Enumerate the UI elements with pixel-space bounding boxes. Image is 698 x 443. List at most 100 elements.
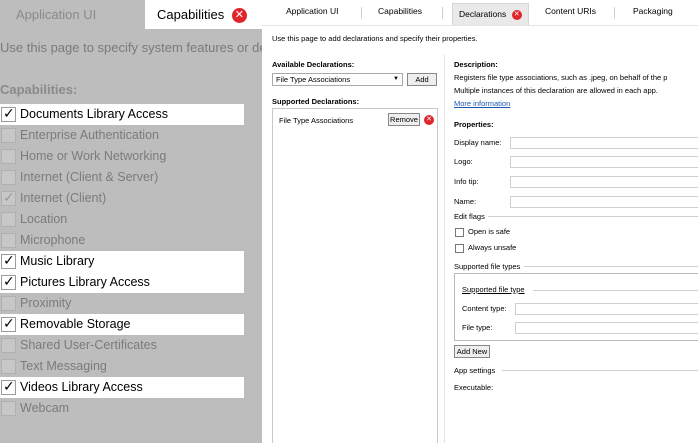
checkmark-icon: ✓ [3, 105, 15, 121]
capability-checkbox[interactable] [1, 212, 16, 227]
tab-packaging[interactable]: Packaging [633, 6, 673, 16]
column-divider [444, 55, 445, 443]
logo-input[interactable] [510, 156, 698, 168]
tab-separator [442, 7, 443, 19]
checkmark-icon: ✓ [3, 273, 15, 289]
capability-label: Pictures Library Access [20, 275, 150, 289]
declarations-intro: Use this page to add declarations and sp… [272, 34, 478, 43]
capability-row[interactable]: Enterprise Authentication [0, 125, 244, 146]
capability-checkbox[interactable]: ✓ [1, 315, 16, 332]
capability-row[interactable]: ✓ Pictures Library Access [0, 272, 244, 293]
capability-checkbox[interactable]: ✓ [1, 273, 16, 290]
capability-row[interactable]: ✓ Internet (Client) [0, 188, 244, 209]
capability-label: Home or Work Networking [20, 149, 167, 163]
capability-label: Enterprise Authentication [20, 128, 159, 142]
capability-label: Webcam [20, 401, 70, 415]
left-tab-application-ui-label: Application UI [16, 7, 97, 22]
info-tip-input[interactable] [510, 176, 698, 188]
capability-row[interactable]: ✓ Videos Library Access [0, 377, 244, 398]
checkmark-icon: ✓ [3, 378, 15, 394]
capability-row[interactable]: Text Messaging [0, 356, 244, 377]
properties-heading: Properties: [454, 120, 494, 129]
capability-checkbox[interactable] [1, 128, 16, 143]
capability-row[interactable]: Home or Work Networking [0, 146, 244, 167]
display-name-input[interactable] [510, 137, 698, 149]
capability-row[interactable]: ✓ Removable Storage [0, 314, 244, 335]
tab-capabilities[interactable]: Capabilities [378, 6, 422, 16]
available-declarations-value: File Type Associations [276, 75, 351, 84]
left-tab-capabilities[interactable]: Capabilities ✕ [145, 0, 262, 29]
available-declarations-select[interactable]: File Type Associations ▼ [272, 73, 403, 86]
remove-declaration-button[interactable]: Remove [388, 113, 420, 126]
display-name-label: Display name: [454, 138, 502, 147]
capability-row[interactable]: Proximity [0, 293, 244, 314]
capability-row[interactable]: ✓ Music Library [0, 251, 244, 272]
description-line-2: Multiple instances of this declaration a… [454, 86, 658, 95]
executable-label: Executable: [454, 383, 494, 392]
close-icon[interactable]: ✕ [424, 115, 434, 125]
tab-declarations[interactable]: Declarations ✕ [452, 3, 529, 25]
tab-content-uris-label: Content URIs [545, 6, 597, 16]
capability-row[interactable]: Location [0, 209, 244, 230]
capability-checkbox[interactable] [1, 149, 16, 164]
capability-label: Proximity [20, 296, 72, 310]
capability-label: Text Messaging [20, 359, 107, 373]
tab-application-ui[interactable]: Application UI [286, 6, 338, 16]
capability-row[interactable]: Microphone [0, 230, 244, 251]
capability-checkbox[interactable] [1, 401, 16, 416]
capability-checkbox[interactable]: ✓ [1, 378, 16, 395]
always-unsafe-checkbox[interactable] [455, 244, 464, 253]
supported-file-type-title: Supported file type [462, 285, 525, 294]
left-tab-application-ui[interactable]: Application UI [0, 0, 145, 29]
supported-declarations-list: File Type Associations Remove ✕ [272, 108, 438, 443]
app-settings-label: App settings [454, 366, 496, 375]
capability-checkbox[interactable] [1, 359, 16, 374]
add-declaration-button[interactable]: Add [407, 73, 437, 86]
capability-checkbox[interactable] [1, 170, 16, 185]
capability-label: Shared User-Certificates [20, 338, 157, 352]
capability-row[interactable]: Shared User-Certificates [0, 335, 244, 356]
description-heading: Description: [454, 60, 498, 69]
capability-row[interactable]: ✓ Documents Library Access [0, 104, 244, 125]
capability-checkbox[interactable]: ✓ [1, 105, 16, 122]
checkmark-icon: ✓ [3, 189, 15, 205]
file-type-input[interactable] [515, 322, 698, 334]
tab-capabilities-label: Capabilities [378, 6, 422, 16]
left-tab-capabilities-label: Capabilities [157, 7, 225, 22]
logo-label: Logo: [454, 157, 473, 166]
tab-separator [614, 7, 615, 19]
tab-declarations-label: Declarations [459, 9, 507, 19]
capability-label: Documents Library Access [20, 107, 168, 121]
close-icon[interactable]: ✕ [231, 8, 247, 24]
capability-row[interactable]: Webcam [0, 398, 244, 419]
capability-checkbox[interactable] [1, 233, 16, 248]
edit-flags-label: Edit flags [454, 212, 485, 221]
app-settings-rule [502, 370, 698, 371]
capability-row[interactable]: Internet (Client & Server) [0, 167, 244, 188]
more-information-link[interactable]: More information [454, 99, 510, 108]
add-new-file-type-button[interactable]: Add New [454, 345, 490, 358]
open-is-safe-checkbox[interactable] [455, 228, 464, 237]
file-type-label: File type: [462, 323, 493, 332]
capabilities-heading: Capabilities: [0, 82, 78, 97]
open-is-safe-label: Open is safe [468, 227, 511, 236]
capability-label: Internet (Client) [20, 191, 107, 205]
supported-file-type-rule [533, 290, 698, 291]
content-type-input[interactable] [515, 303, 698, 315]
capability-label: Removable Storage [20, 317, 131, 331]
close-icon[interactable]: ✕ [511, 9, 522, 20]
tab-separator [361, 7, 362, 19]
always-unsafe-label: Always unsafe [468, 243, 517, 252]
tab-content-uris[interactable]: Content URIs [545, 6, 596, 16]
capabilities-zoom-panel: Application UI Capabilities ✕ Use this p… [0, 0, 262, 443]
capability-checkbox[interactable] [1, 296, 16, 311]
content-type-label: Content type: [462, 304, 507, 313]
capability-checkbox[interactable]: ✓ [1, 189, 16, 206]
capability-checkbox[interactable] [1, 338, 16, 353]
name-input[interactable] [510, 196, 698, 208]
capability-label: Internet (Client & Server) [20, 170, 159, 184]
tab-application-ui-label: Application UI [286, 6, 339, 16]
supported-declaration-item[interactable]: File Type Associations [279, 116, 353, 125]
capability-checkbox[interactable]: ✓ [1, 252, 16, 269]
checkmark-icon: ✓ [3, 252, 15, 268]
